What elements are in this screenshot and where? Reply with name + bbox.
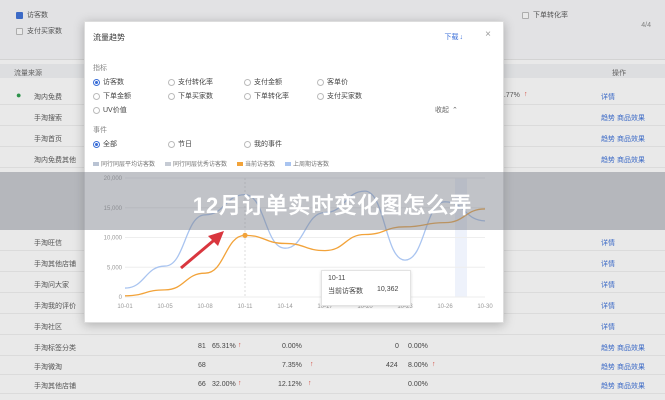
banner-title: 12月订单实时变化图怎么弄: [192, 193, 473, 218]
title-banner: 12月订单实时变化图怎么弄: [0, 172, 665, 230]
red-arrow-icon: [180, 231, 224, 270]
